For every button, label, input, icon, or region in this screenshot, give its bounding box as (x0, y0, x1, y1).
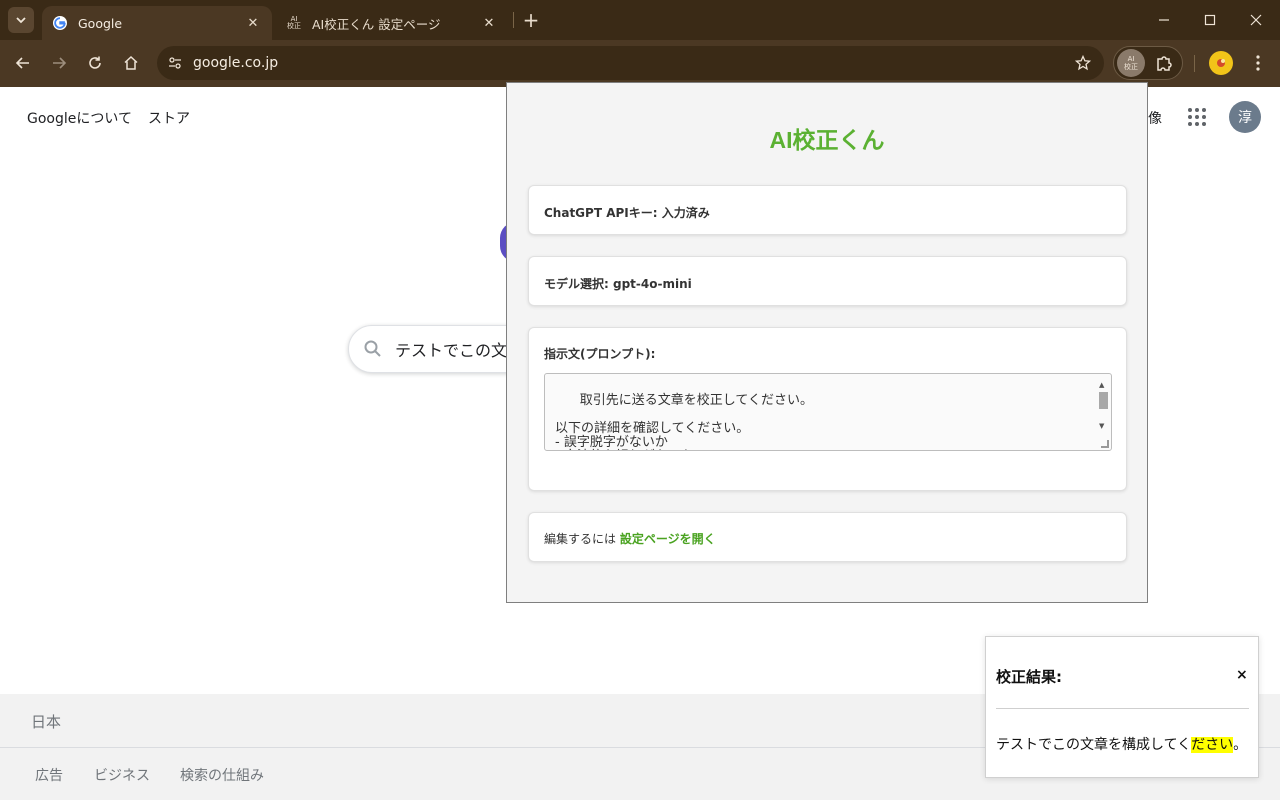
result-text-before: テストでこの文章を構成してく (996, 737, 1192, 753)
prompt-textarea[interactable]: 取引先に送る文章を校正してください。 以下の詳細を確認してください。 - 誤字脱… (544, 373, 1112, 451)
footer-link-business[interactable]: ビジネス (94, 765, 150, 785)
result-title: 校正結果: (996, 668, 1062, 686)
images-link[interactable]: 像 (1148, 108, 1162, 128)
close-icon (1250, 14, 1262, 26)
tab-strip: Google ✕ AI 校正 AI校正くん 設定ページ ✕ + (0, 0, 1280, 40)
result-text-after: 。 (1233, 737, 1248, 753)
scroll-down-icon[interactable]: ▼ (1099, 419, 1104, 433)
settings-link-card: 編集するには 設定ページを開く (528, 512, 1127, 562)
extensions-puzzle-icon[interactable] (1154, 53, 1174, 73)
account-avatar[interactable]: 淳 (1229, 101, 1261, 133)
proofread-result-panel: 校正結果: × テストでこの文章を構成してください。 (985, 636, 1259, 778)
model-selection: モデル選択: gpt-4o-mini (544, 277, 692, 291)
arrow-right-icon (53, 57, 67, 69)
browser-toolbar: google.co.jp AI 校正 (0, 40, 1280, 87)
tab-google[interactable]: Google ✕ (42, 6, 272, 40)
more-vert-icon (1256, 55, 1260, 71)
api-key-card: ChatGPT APIキー: 入力済み (528, 185, 1127, 235)
scroll-up-icon[interactable]: ▲ (1099, 378, 1104, 392)
edit-hint: 編集するには 設定ページを開く (544, 530, 716, 547)
result-text: テストでこの文章を構成してください。 (996, 734, 1247, 754)
edit-prefix: 編集するには (544, 532, 620, 546)
minimize-icon (1159, 19, 1169, 21)
about-google-link[interactable]: Googleについて (27, 108, 132, 128)
open-settings-link[interactable]: 設定ページを開く (620, 532, 716, 546)
tab-settings-page[interactable]: AI 校正 AI校正くん 設定ページ ✕ (276, 6, 508, 40)
search-query-text[interactable]: テストでこの文 (395, 337, 507, 361)
footer-link-how-search-works[interactable]: 検索の仕組み (180, 765, 264, 785)
result-highlight: ださい (1191, 737, 1234, 753)
home-icon (124, 55, 138, 70)
textarea-scrollbar[interactable]: ▲ ▼ (1096, 375, 1110, 449)
profile-avatar-button[interactable] (1209, 51, 1233, 75)
resize-grip-icon[interactable] (1101, 440, 1109, 448)
close-window-button[interactable] (1241, 6, 1271, 34)
close-icon[interactable]: ✕ (480, 14, 498, 32)
close-icon[interactable]: × (1236, 667, 1248, 683)
close-icon[interactable]: ✕ (244, 14, 262, 32)
toolbar-separator (1194, 55, 1195, 72)
reload-button[interactable] (82, 50, 108, 76)
tab-search-button[interactable] (8, 7, 34, 33)
extensions-group: AI 校正 (1113, 46, 1183, 80)
search-icon (363, 339, 383, 359)
tab-title: AI校正くん 設定ページ (312, 16, 441, 32)
minimize-button[interactable] (1149, 6, 1179, 34)
popup-title: AI校正くん (769, 127, 885, 153)
browser-menu-button[interactable] (1246, 50, 1270, 76)
chevron-down-icon (16, 17, 26, 24)
ai-kousei-extension-icon: AI 校正 (1124, 55, 1138, 71)
site-info-icon[interactable] (159, 47, 191, 79)
footer-country: 日本 (31, 713, 62, 731)
extension-popup: AI校正くん ChatGPT APIキー: 入力済み モデル選択: gpt-4o… (506, 82, 1148, 603)
ai-kousei-extension-button[interactable]: AI 校正 (1117, 49, 1145, 77)
maximize-button[interactable] (1195, 6, 1225, 34)
maximize-icon (1204, 14, 1216, 26)
prompt-label: 指示文(プロンプト): (544, 347, 656, 361)
scrollbar-thumb[interactable] (1099, 392, 1108, 409)
url-text[interactable]: google.co.jp (193, 55, 1068, 71)
prompt-text: 取引先に送る文章を校正してください。 以下の詳細を確認してください。 - 誤字脱… (555, 393, 814, 451)
ai-kousei-favicon-icon: AI 校正 (287, 15, 301, 30)
home-button[interactable] (118, 50, 144, 76)
google-apps-icon[interactable] (1185, 105, 1209, 129)
api-key-status: ChatGPT APIキー: 入力済み (544, 206, 710, 220)
arrow-left-icon (15, 57, 29, 69)
tab-title: Google (78, 15, 123, 31)
footer-link-ads[interactable]: 広告 (35, 765, 63, 785)
model-card: モデル選択: gpt-4o-mini (528, 256, 1127, 306)
profile-picture-icon (1217, 59, 1225, 67)
result-divider (996, 708, 1249, 709)
address-bar[interactable]: google.co.jp (157, 46, 1104, 80)
store-link[interactable]: ストア (148, 108, 190, 128)
reload-icon (89, 56, 101, 69)
forward-button[interactable] (46, 50, 72, 76)
google-favicon-icon (52, 15, 68, 31)
bookmark-star-icon[interactable] (1068, 48, 1098, 78)
tab-separator (513, 12, 514, 28)
back-button[interactable] (10, 50, 36, 76)
prompt-card: 指示文(プロンプト): 取引先に送る文章を校正してください。 以下の詳細を確認し… (528, 327, 1127, 491)
new-tab-button[interactable]: + (520, 8, 542, 32)
